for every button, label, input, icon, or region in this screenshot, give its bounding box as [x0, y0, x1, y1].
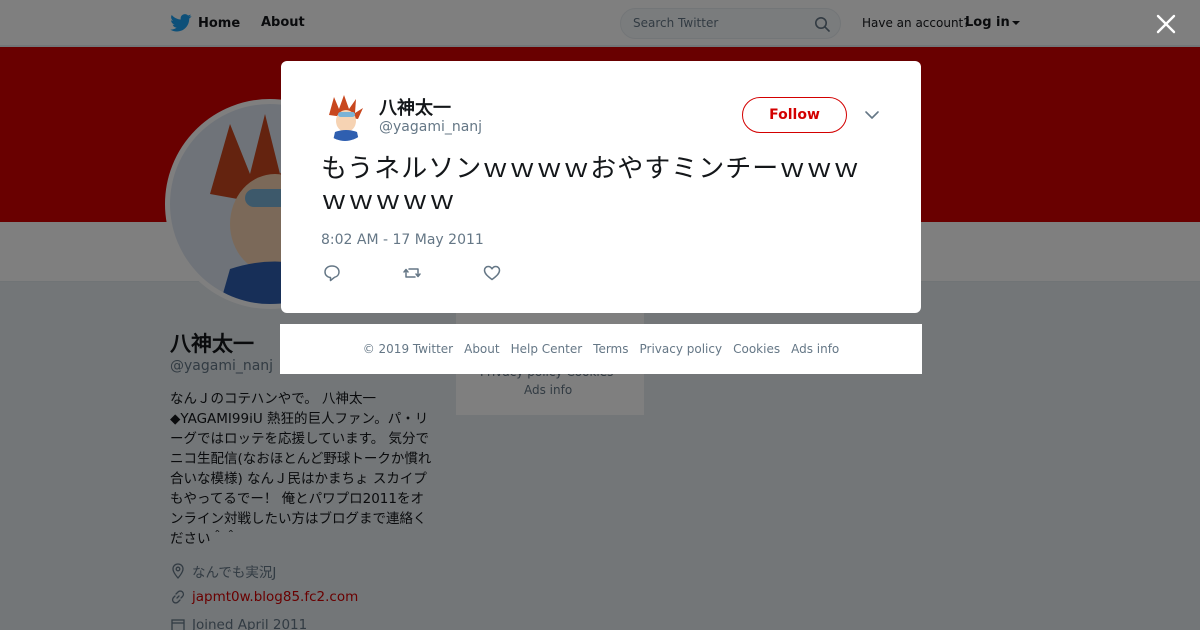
- follow-button[interactable]: Follow: [742, 97, 847, 133]
- heart-icon[interactable]: [482, 263, 502, 283]
- chevron-down-icon[interactable]: [864, 107, 880, 123]
- footer-link-about[interactable]: About: [464, 342, 499, 356]
- tweet-author-handle[interactable]: @yagami_nanj: [379, 119, 482, 135]
- tweet-author-name[interactable]: 八神太一: [379, 94, 451, 120]
- footer-copyright: © 2019 Twitter: [362, 342, 454, 356]
- modal-footer: © 2019 Twitter About Help Center Terms P…: [280, 324, 922, 374]
- tweet-modal: 八神太一 @yagami_nanj Follow もうネルソンｗｗｗｗおやすミン…: [281, 61, 921, 313]
- footer-link-privacy-policy[interactable]: Privacy policy: [640, 342, 723, 356]
- tweet-timestamp[interactable]: 8:02 AM - 17 May 2011: [321, 232, 484, 248]
- footer-link-terms[interactable]: Terms: [593, 342, 628, 356]
- avatar-illustration: [321, 93, 369, 141]
- retweet-icon[interactable]: [402, 263, 422, 283]
- close-icon[interactable]: [1153, 11, 1179, 37]
- reply-icon[interactable]: [322, 263, 342, 283]
- footer-link-help-center[interactable]: Help Center: [511, 342, 583, 356]
- tweet-text: もうネルソンｗｗｗｗおやすミンチーｗｗｗｗｗｗｗｗ: [321, 154, 861, 216]
- footer-link-ads-info[interactable]: Ads info: [791, 342, 839, 356]
- footer-link-cookies[interactable]: Cookies: [733, 342, 780, 356]
- tweet-author-avatar[interactable]: [321, 93, 369, 141]
